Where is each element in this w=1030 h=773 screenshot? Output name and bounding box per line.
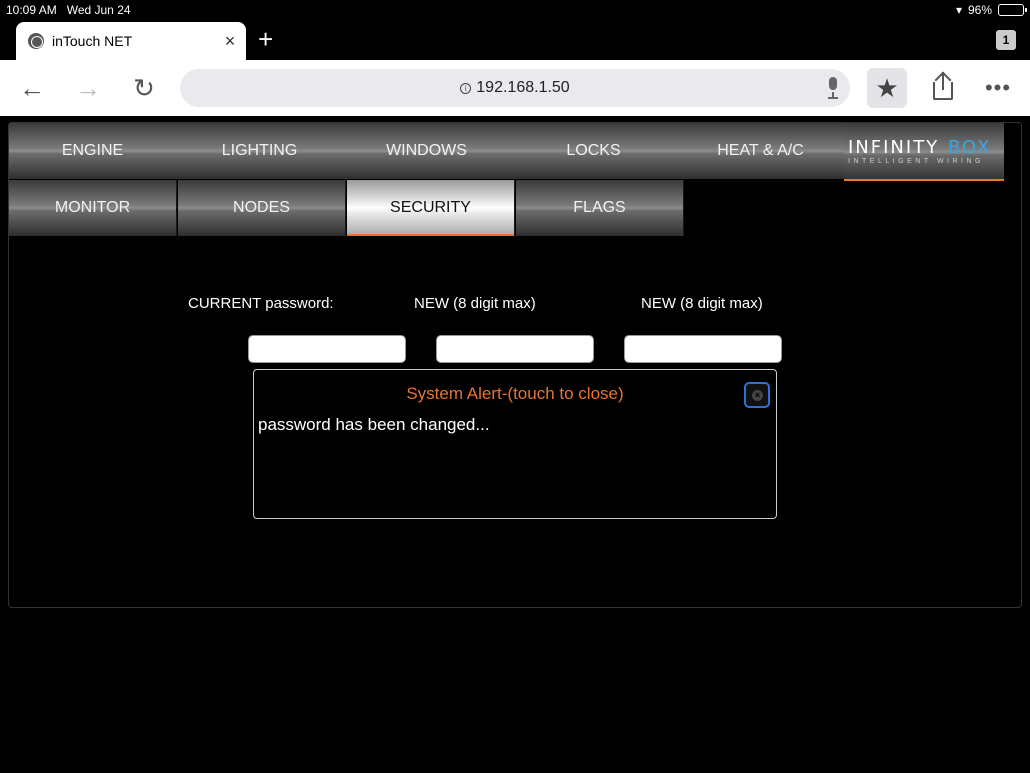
wifi-icon: ▾ xyxy=(955,3,962,17)
share-button[interactable] xyxy=(925,70,961,106)
browser-tab-strip: inTouch NET × + 1 xyxy=(0,20,1030,60)
browser-toolbar: ← → ↻ i 192.168.1.50 ★ ••• xyxy=(0,60,1030,116)
nav-nodes[interactable]: NODES xyxy=(178,180,346,236)
more-icon: ••• xyxy=(984,75,1012,100)
alert-title: System Alert-(touch to close) xyxy=(406,384,624,403)
nav-lighting[interactable]: LIGHTING xyxy=(176,123,344,179)
close-tab-icon[interactable]: × xyxy=(220,31,240,52)
nav-engine[interactable]: ENGINE xyxy=(9,123,177,179)
status-right: ▾ 96% xyxy=(955,3,1027,17)
nav-security[interactable]: SECURITY xyxy=(347,180,515,236)
infinitybox-logo: INFINITY BOX INTELLIGENT WIRING xyxy=(844,123,1004,181)
nav-windows[interactable]: WINDOWS xyxy=(343,123,511,179)
arrow-right-icon: → xyxy=(75,73,101,103)
bookmark-button[interactable]: ★ xyxy=(867,68,907,108)
tab-title: inTouch NET xyxy=(52,33,133,49)
nav-heat-ac[interactable]: HEAT & A/C xyxy=(677,123,845,179)
current-password-label: CURRENT password: xyxy=(188,295,334,312)
back-button[interactable]: ← xyxy=(14,70,50,106)
current-password-input[interactable] xyxy=(248,335,406,363)
nav-flags[interactable]: FLAGS xyxy=(516,180,684,236)
new-password-input-1[interactable] xyxy=(436,335,594,363)
new-password-input-2[interactable] xyxy=(624,335,782,363)
more-button[interactable]: ••• xyxy=(980,72,1016,104)
alert-close-button[interactable]: × xyxy=(744,382,770,408)
url-text: 192.168.1.50 xyxy=(476,79,570,96)
new-password-label-2: NEW (8 digit max) xyxy=(641,295,763,312)
nav-locks[interactable]: LOCKS xyxy=(510,123,678,179)
battery-percent: 96% xyxy=(967,3,992,17)
address-bar[interactable]: i 192.168.1.50 xyxy=(180,69,850,107)
nav-monitor[interactable]: MONITOR xyxy=(9,180,177,236)
reload-icon: ↻ xyxy=(133,73,155,103)
tab-count-button[interactable]: 1 xyxy=(996,30,1016,50)
new-tab-button[interactable]: + xyxy=(258,24,273,54)
new-password-label-1: NEW (8 digit max) xyxy=(414,295,536,312)
forward-button[interactable]: → xyxy=(70,70,106,106)
alert-message: password has been changed... xyxy=(258,415,490,434)
status-time: 10:09 AM Wed Jun 24 xyxy=(6,3,131,17)
browser-tab[interactable]: inTouch NET × xyxy=(16,22,246,60)
microphone-icon[interactable] xyxy=(826,77,840,99)
system-alert-dialog[interactable]: System Alert-(touch to close) password h… xyxy=(253,369,777,519)
info-icon: i xyxy=(460,82,472,94)
globe-icon xyxy=(28,33,44,49)
app-panel: ENGINE LIGHTING WINDOWS LOCKS HEAT & A/C… xyxy=(8,122,1022,608)
arrow-left-icon: ← xyxy=(19,73,45,103)
status-bar: 10:09 AM Wed Jun 24 ▾ 96% xyxy=(0,0,1030,20)
star-icon: ★ xyxy=(875,73,899,103)
reload-button[interactable]: ↻ xyxy=(126,70,162,106)
battery-icon xyxy=(998,4,1027,16)
close-icon: × xyxy=(752,390,763,401)
